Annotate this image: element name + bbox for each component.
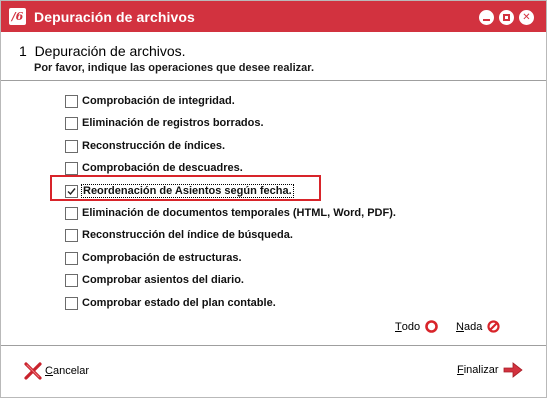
option-checkbox[interactable] [65, 94, 78, 108]
minimize-button[interactable] [479, 10, 494, 25]
maximize-button[interactable] [499, 10, 514, 25]
option-row[interactable]: Comprobación de estructuras. [65, 250, 242, 266]
option-checkbox[interactable] [65, 273, 78, 287]
maximize-icon [503, 14, 510, 21]
finish-accesskey: F [457, 364, 464, 376]
cancel-label: ancelar [52, 365, 90, 377]
header-divider [1, 80, 546, 81]
option-label[interactable]: Comprobación de estructuras. [82, 252, 242, 264]
option-label[interactable]: Eliminación de documentos temporales (HT… [82, 207, 396, 219]
option-checkbox[interactable] [65, 139, 78, 153]
finish-label: inalizar [463, 364, 499, 376]
option-label[interactable]: Comprobar estado del plan contable. [82, 297, 276, 309]
wizard-header: 1 Depuración de archivos. Por favor, ind… [1, 32, 546, 78]
minimize-icon [483, 18, 490, 21]
option-checkbox[interactable] [65, 206, 78, 220]
close-button[interactable]: ✕ [519, 10, 534, 25]
select-none-icon [487, 320, 500, 333]
select-none-accesskey: N [456, 320, 464, 333]
option-label[interactable]: Reconstrucción del índice de búsqueda. [82, 229, 293, 241]
app-logo-icon: /6 [9, 8, 26, 25]
footer-divider [1, 345, 546, 346]
close-icon: ✕ [522, 11, 531, 23]
option-row[interactable]: Reordenación de Asientos según fecha. [65, 183, 294, 199]
option-label[interactable]: Reconstrucción de índices. [82, 140, 225, 152]
step-title: 1 Depuración de archivos. [19, 43, 186, 59]
cancel-button[interactable]: Cancelar [23, 361, 89, 381]
title-bar[interactable]: /6 Depuración de archivos ✕ [1, 1, 546, 32]
option-label[interactable]: Eliminación de registros borrados. [82, 117, 264, 129]
option-row[interactable]: Comprobar asientos del diario. [65, 272, 244, 288]
option-row[interactable]: Eliminación de documentos temporales (HT… [65, 205, 396, 221]
dialog-window: /6 Depuración de archivos ✕ 1 Depuración… [0, 0, 547, 398]
select-all-icon [425, 320, 438, 333]
option-row[interactable]: Eliminación de registros borrados. [65, 115, 264, 131]
option-checkbox[interactable] [65, 228, 78, 242]
option-checkbox[interactable] [65, 296, 78, 310]
arrow-right-icon [503, 362, 523, 378]
option-row[interactable]: Reconstrucción del índice de búsqueda. [65, 227, 293, 243]
select-all-accesskey: T [395, 320, 402, 333]
option-label[interactable]: Reordenación de Asientos según fecha. [81, 184, 294, 198]
window-title: Depuración de archivos [34, 9, 195, 25]
option-row[interactable]: Comprobación de descuadres. [65, 160, 243, 176]
select-none-button[interactable]: Nada [456, 320, 500, 333]
option-checkbox[interactable] [65, 251, 78, 265]
select-all-label: odo [401, 320, 421, 333]
step-subtitle: Por favor, indique las operaciones que d… [34, 62, 315, 74]
checkmark-icon [67, 187, 76, 195]
option-label[interactable]: Comprobación de descuadres. [82, 162, 243, 174]
option-row[interactable]: Comprobar estado del plan contable. [65, 295, 276, 311]
option-row[interactable]: Reconstrucción de índices. [65, 138, 225, 154]
finish-button[interactable]: Finalizar [457, 361, 523, 379]
option-label[interactable]: Comprobar asientos del diario. [82, 274, 244, 286]
cancel-accesskey: C [45, 365, 53, 377]
select-all-button[interactable]: Todo [395, 320, 438, 333]
select-none-label: ada [463, 320, 483, 333]
cancel-x-icon [24, 362, 42, 380]
option-row[interactable]: Comprobación de integridad. [65, 93, 235, 109]
option-label[interactable]: Comprobación de integridad. [82, 95, 235, 107]
option-checkbox[interactable] [65, 184, 78, 198]
option-checkbox[interactable] [65, 116, 78, 130]
option-checkbox[interactable] [65, 161, 78, 175]
